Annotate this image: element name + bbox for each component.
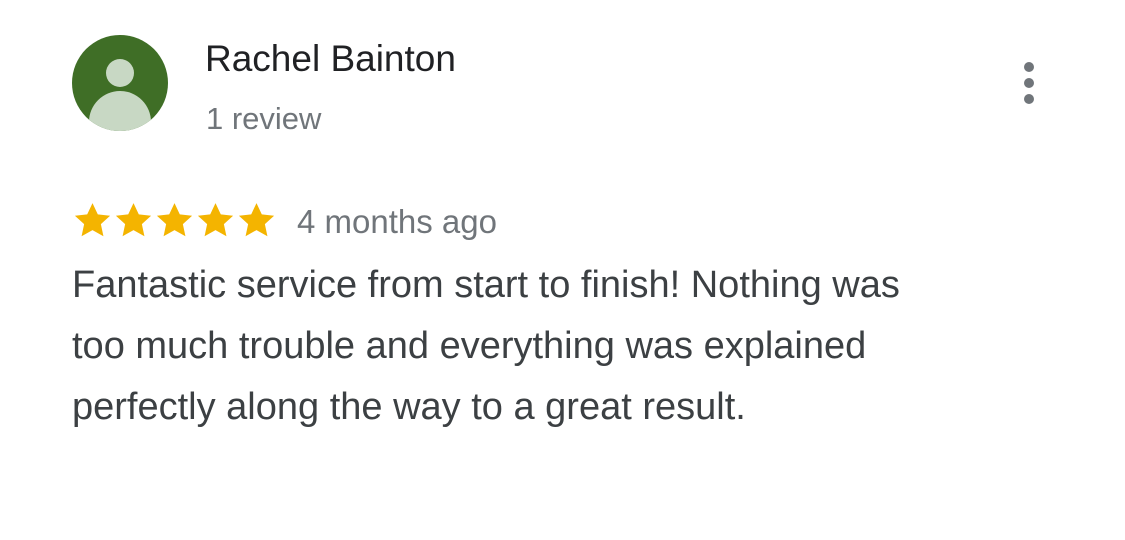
star-icon xyxy=(236,200,277,241)
star-icon xyxy=(154,200,195,241)
star-icon xyxy=(113,200,154,241)
avatar[interactable] xyxy=(72,35,168,131)
review-date: 4 months ago xyxy=(297,203,497,240)
review-count[interactable]: 1 review xyxy=(206,101,321,137)
reviewer-name[interactable]: Rachel Bainton xyxy=(205,38,456,80)
star-icon xyxy=(195,200,236,241)
star-icon xyxy=(72,200,113,241)
person-icon-head xyxy=(106,59,134,87)
review-text: Fantastic service from start to finish! … xyxy=(72,264,900,428)
more-vert-icon xyxy=(1024,78,1034,88)
star-rating xyxy=(72,197,277,243)
person-icon-body xyxy=(89,91,151,131)
more-options-button[interactable] xyxy=(1012,58,1046,106)
more-vert-icon xyxy=(1024,62,1034,72)
more-vert-icon xyxy=(1024,94,1034,104)
